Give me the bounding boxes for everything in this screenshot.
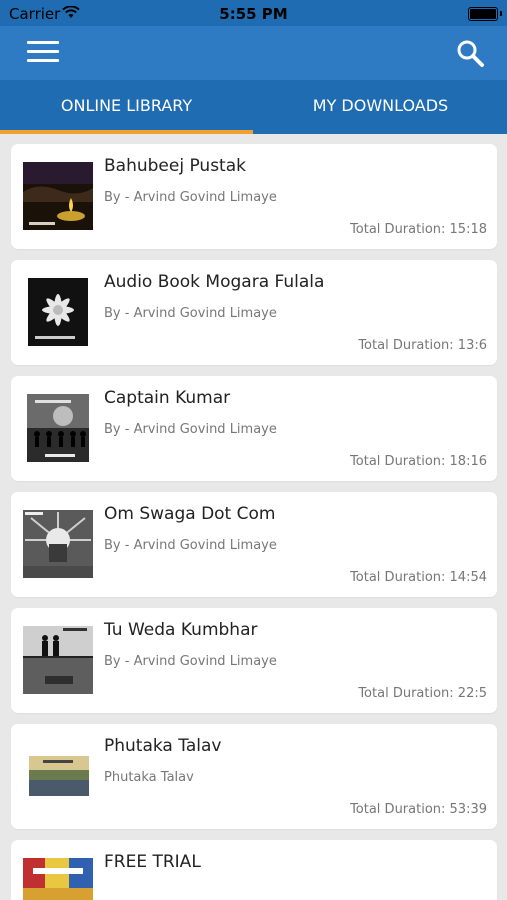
book-cover-image [23,626,93,694]
book-title: Captain Kumar [104,388,231,408]
book-author: By - Arvind Govind Limaye [104,190,277,205]
list-item[interactable]: Phutaka Talav Phutaka Talav Total Durati… [11,724,497,829]
book-cover-image [28,278,88,346]
book-duration: Total Duration: 53:39 [350,802,487,817]
book-cover-image [23,162,93,230]
book-author: Phutaka Talav [104,770,194,785]
status-bar: Carrier 5:55 PM [0,0,507,26]
battery-icon [468,7,498,21]
book-duration: Total Duration: 14:54 [350,570,487,585]
battery-tip [500,11,502,16]
book-title: FREE TRIAL [104,852,201,872]
book-duration: Total Duration: 15:18 [350,222,487,237]
list-item[interactable]: Tu Weda Kumbhar By - Arvind Govind Limay… [11,608,497,713]
book-author: By - Arvind Govind Limaye [104,654,277,669]
book-author: By - Arvind Govind Limaye [104,306,277,321]
tab-online-library[interactable]: ONLINE LIBRARY [0,80,253,134]
book-duration: Total Duration: 22:5 [358,686,487,701]
list-item[interactable]: Captain Kumar By - Arvind Govind Limaye … [11,376,497,481]
book-cover-image [27,394,89,462]
list-item[interactable]: Audio Book Mogara Fulala By - Arvind Gov… [11,260,497,365]
book-cover-image [29,756,89,796]
status-time: 5:55 PM [219,5,288,23]
tab-my-downloads[interactable]: MY DOWNLOADS [254,80,507,134]
app-bar [0,26,507,80]
hamburger-menu-icon[interactable] [27,40,60,64]
tab-bar: ONLINE LIBRARY MY DOWNLOADS [0,80,507,134]
search-icon[interactable] [455,38,485,68]
book-cover-image [23,858,93,900]
book-duration: Total Duration: 18:16 [350,454,487,469]
list-item[interactable]: Om Swaga Dot Com By - Arvind Govind Lima… [11,492,497,597]
list-item[interactable]: Bahubeej Pustak By - Arvind Govind Limay… [11,144,497,249]
book-title: Audio Book Mogara Fulala [104,272,325,292]
book-duration: Total Duration: 13:6 [358,338,487,353]
book-title: Om Swaga Dot Com [104,504,276,524]
list-item[interactable]: FREE TRIAL [11,840,497,900]
book-author: By - Arvind Govind Limaye [104,422,277,437]
book-title: Tu Weda Kumbhar [104,620,258,640]
book-author: By - Arvind Govind Limaye [104,538,277,553]
book-title: Bahubeej Pustak [104,156,246,176]
book-list: Bahubeej Pustak By - Arvind Govind Limay… [0,134,507,900]
book-title: Phutaka Talav [104,736,222,756]
book-cover-image [23,510,93,578]
